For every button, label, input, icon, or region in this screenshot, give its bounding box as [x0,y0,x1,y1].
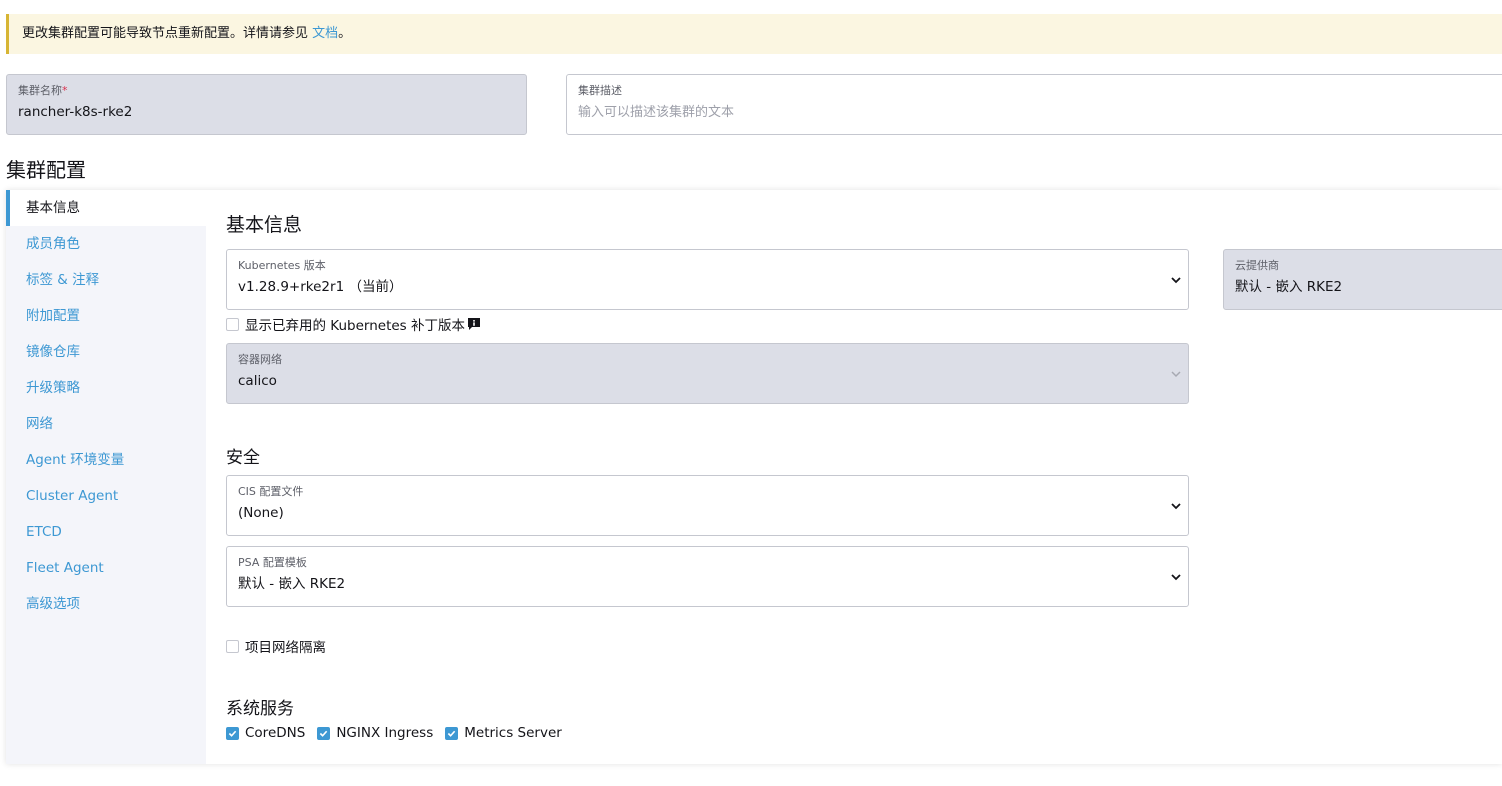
show-deprecated-checkbox[interactable] [226,317,239,331]
metrics-server-checkbox[interactable] [445,726,459,740]
cloud-provider-field[interactable]: 云提供商 默认 - 嵌入 RKE2 [1223,249,1502,310]
check-icon [228,730,237,737]
container-network-select[interactable]: 容器网络 calico [226,343,1189,404]
cluster-description-field[interactable]: 集群描述 输入可以描述该集群的文本 [566,74,1502,135]
nginx-ingress-label: NGINX Ingress [336,725,434,741]
cluster-name-field[interactable]: 集群名称* rancher-k8s-rke2 [6,74,527,135]
cluster-name-value: rancher-k8s-rke2 [18,104,133,120]
chevron-down-icon [1171,502,1181,509]
psa-template-select[interactable]: PSA 配置模板 默认 - 嵌入 RKE2 [226,546,1189,607]
kubernetes-version-value: v1.28.9+rke2r1 （当前） [238,279,403,295]
sidebar-item-basic-info[interactable]: 基本信息 [6,190,206,226]
banner-suffix: 。 [338,26,352,41]
metrics-server-option[interactable]: Metrics Server [445,725,562,741]
sidebar-item-etcd[interactable]: ETCD [6,514,206,550]
info-icon[interactable] [467,317,481,331]
psa-template-value: 默认 - 嵌入 RKE2 [238,576,346,592]
coredns-label: CoreDNS [245,725,306,741]
show-deprecated-label: 显示已弃用的 Kubernetes 补丁版本 [245,318,466,334]
config-sidebar: 基本信息 成员角色 标签 & 注释 附加配置 镜像仓库 升级策略 网络 Agen… [6,190,206,764]
psa-template-label: PSA 配置模板 [238,556,307,569]
container-network-label: 容器网络 [238,353,282,366]
system-services-title: 系统服务 [226,699,294,719]
cis-profile-value: (None) [238,505,284,521]
warning-banner: 更改集群配置可能导致节点重新配置。详情请参见 文档。 [6,14,1502,54]
cloud-provider-value: 默认 - 嵌入 RKE2 [1235,279,1343,295]
security-title: 安全 [226,448,260,468]
coredns-checkbox[interactable] [226,726,239,740]
show-deprecated-checkbox-row[interactable]: 显示已弃用的 Kubernetes 补丁版本 [226,314,481,334]
chevron-down-icon [1171,370,1181,377]
nginx-ingress-checkbox[interactable] [317,726,331,740]
docs-link[interactable]: 文档 [312,26,338,41]
banner-text: 更改集群配置可能导致节点重新配置。详情请参见 [22,26,309,41]
sidebar-item-registries[interactable]: 镜像仓库 [6,334,206,370]
project-isolation-checkbox[interactable] [226,639,239,653]
cluster-description-label: 集群描述 [578,84,622,97]
coredns-option[interactable]: CoreDNS [226,725,305,741]
system-services-list: CoreDNS NGINX Ingress Metrics Server [226,725,574,741]
basic-info-title: 基本信息 [226,214,303,236]
sidebar-item-fleet-agent[interactable]: Fleet Agent [6,550,206,586]
check-icon [448,730,456,737]
sidebar-item-labels-annotations[interactable]: 标签 & 注释 [6,262,206,298]
chevron-down-icon [1171,573,1181,580]
sidebar-item-networking[interactable]: 网络 [6,406,206,442]
required-mark: * [62,84,68,97]
kubernetes-version-select[interactable]: Kubernetes 版本 v1.28.9+rke2r1 （当前） [226,249,1189,310]
sidebar-item-cluster-agent[interactable]: Cluster Agent [6,478,206,514]
check-icon [320,730,328,737]
nginx-ingress-option[interactable]: NGINX Ingress [317,725,433,741]
cluster-name-label: 集群名称* [18,84,68,97]
project-isolation-label: 项目网络隔离 [245,640,326,656]
cis-profile-select[interactable]: CIS 配置文件 (None) [226,475,1189,536]
metrics-server-label: Metrics Server [464,725,562,741]
sidebar-item-advanced[interactable]: 高级选项 [6,586,206,622]
sidebar-item-member-roles[interactable]: 成员角色 [6,226,206,262]
cluster-config-title: 集群配置 [6,158,86,182]
project-isolation-checkbox-row[interactable]: 项目网络隔离 [226,636,326,656]
chevron-down-icon [1171,276,1181,283]
sidebar-item-addon-config[interactable]: 附加配置 [6,298,206,334]
sidebar-item-agent-env-vars[interactable]: Agent 环境变量 [6,442,206,478]
cis-profile-label: CIS 配置文件 [238,485,304,498]
cloud-provider-label: 云提供商 [1235,259,1279,272]
container-network-value: calico [238,373,277,389]
cluster-description-placeholder: 输入可以描述该集群的文本 [578,105,735,120]
kubernetes-version-label: Kubernetes 版本 [238,259,326,272]
sidebar-item-upgrade-strategy[interactable]: 升级策略 [6,370,206,406]
